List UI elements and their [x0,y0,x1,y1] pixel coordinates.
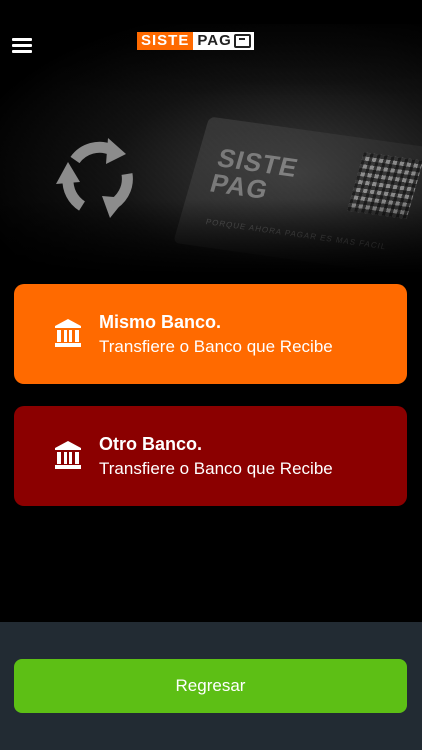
logo-left-text: SISTE [137,32,194,50]
option-subtitle: Transfiere o Banco que Recibe [99,337,333,356]
qr-code-image [347,152,422,219]
back-button[interactable]: Regresar [14,659,407,713]
background-card-text: PORQUE AHORA PAGAR ES MAS FACIL [204,217,388,252]
status-bar [0,0,422,24]
footer-bar: Regresar [0,622,422,750]
option-title: Mismo Banco. [99,312,222,332]
other-bank-option[interactable]: Otro Banco. Transfiere o Banco que Recib… [14,406,407,506]
bank-icon [55,441,81,469]
logo-right-text: PAG [197,32,232,49]
option-subtitle: Transfiere o Banco que Recibe [99,459,333,478]
card-icon [233,34,251,48]
background-card-logo: SISTE PAG [206,142,302,205]
sync-arrows-icon [56,138,133,218]
background-card-image: SISTE PAG PORQUE AHORA PAGAR ES MAS FACI… [173,116,422,274]
hamburger-icon [12,38,32,41]
menu-button[interactable] [12,36,34,54]
bank-icon [55,319,81,347]
sistepag-logo: SISTE PAG [137,32,254,50]
logo-right: PAG [193,32,254,50]
option-title: Otro Banco. [99,434,203,454]
same-bank-option[interactable]: Mismo Banco. Transfiere o Banco que Reci… [14,284,407,384]
